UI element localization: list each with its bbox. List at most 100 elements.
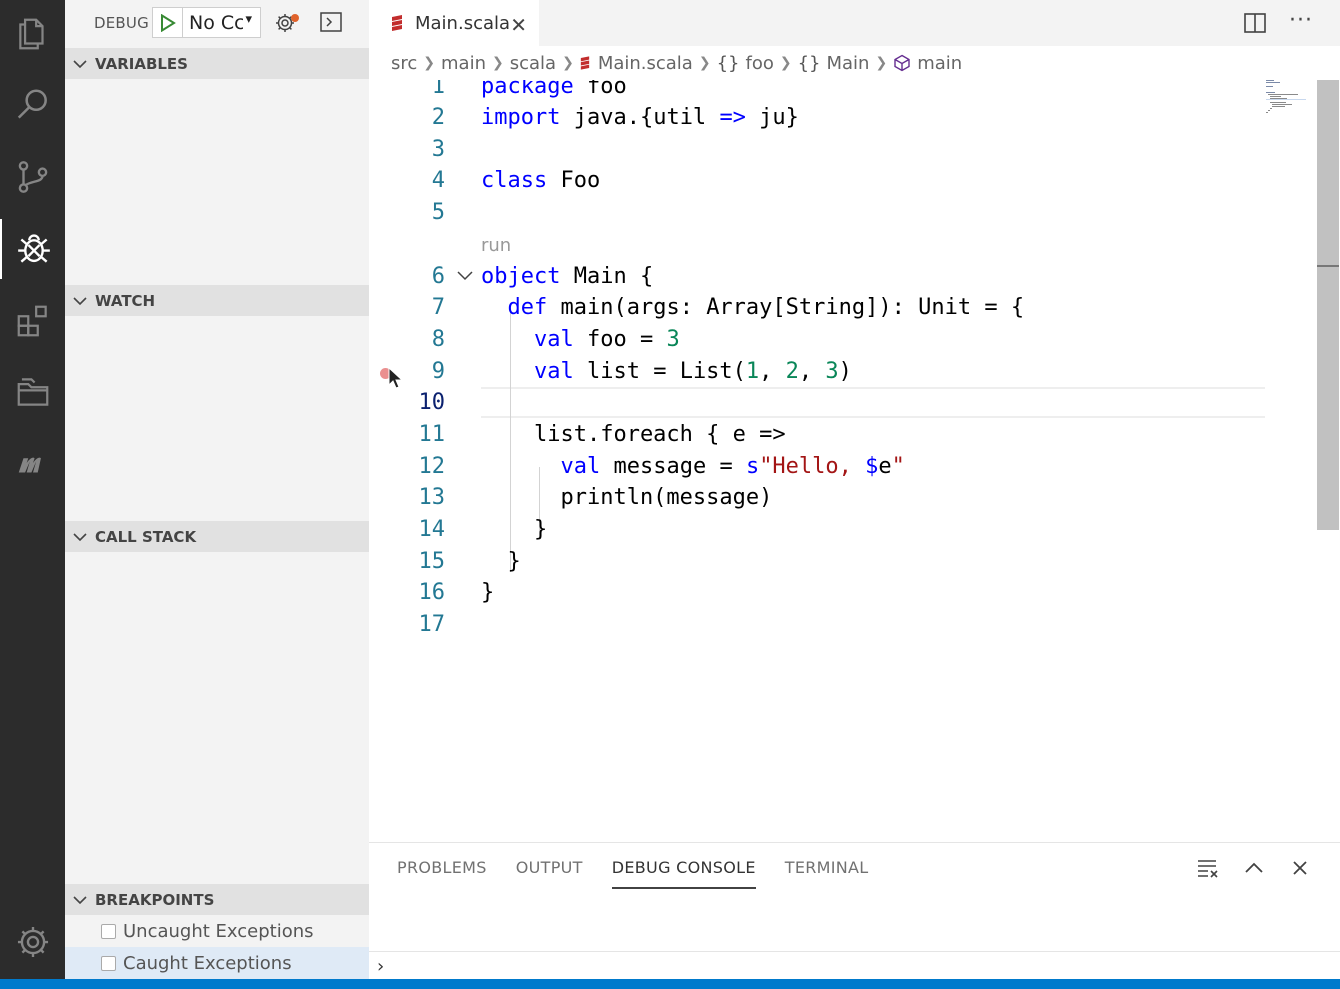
panel-actions — [1174, 856, 1312, 880]
chevron-right-icon: ❯ — [779, 55, 792, 71]
activity-bar — [0, 0, 65, 979]
breadcrumb-item[interactable]: Main.scala — [598, 53, 693, 74]
console-icon — [320, 12, 342, 32]
breadcrumb-item[interactable]: src — [391, 53, 417, 74]
line-number: 10 — [418, 390, 446, 415]
breakpoint-checkbox[interactable] — [101, 955, 116, 971]
line-number: 11 — [418, 422, 446, 447]
call-stack-section-title: CALL STACK — [95, 527, 197, 546]
folders-icon[interactable] — [0, 362, 65, 422]
breadcrumb-item[interactable]: main — [917, 53, 962, 74]
watch-section-header[interactable]: WATCH — [65, 285, 369, 316]
chevron-up-icon — [1245, 862, 1263, 873]
breadcrumb-item[interactable]: foo — [745, 53, 773, 74]
metals-icon[interactable] — [0, 433, 65, 493]
debug-console-input[interactable]: › — [369, 951, 1340, 980]
line-number: 12 — [418, 454, 446, 479]
code-line: import java.{util => ju} — [481, 105, 799, 130]
search-icon[interactable] — [0, 75, 65, 135]
breadcrumb: src ❯ main ❯ scala ❯ Main.scala ❯ {} foo… — [369, 46, 1340, 80]
close-panel-button[interactable] — [1288, 856, 1312, 880]
close-icon — [1293, 861, 1307, 875]
close-icon[interactable]: ✕ — [510, 13, 527, 37]
chevron-right-icon: ❯ — [875, 55, 888, 71]
line-number: 6 — [431, 264, 445, 289]
breakpoint-label: Caught Exceptions — [123, 952, 292, 974]
editor-tab-bar: Main.scala ✕ ··· — [369, 0, 1340, 46]
breakpoint-item[interactable]: Uncaught Exceptions — [65, 915, 369, 947]
breakpoints-section-title: BREAKPOINTS — [95, 890, 215, 909]
launch-config-dropdown[interactable]: No Cc ▾ — [152, 7, 261, 38]
debug-console-button[interactable] — [319, 10, 343, 34]
watch-section-title: WATCH — [95, 291, 156, 310]
editor-scrollbar[interactable] — [1317, 80, 1339, 842]
panel-tabs: PROBLEMS OUTPUT DEBUG CONSOLE TERMINAL — [397, 855, 898, 889]
line-number: 4 — [431, 168, 445, 193]
breakpoint-checkbox[interactable] — [101, 923, 116, 939]
tab-terminal[interactable]: TERMINAL — [785, 855, 869, 889]
settings-gear-icon[interactable] — [0, 912, 65, 972]
code-line: val message = s"Hello, $e" — [560, 454, 905, 479]
more-actions-icon[interactable]: ··· — [1289, 8, 1313, 33]
namespace-icon: {} — [797, 52, 821, 74]
launch-config-value: No Cc — [189, 11, 243, 34]
tab-label: Main.scala — [415, 12, 511, 34]
chevron-right-icon: ❯ — [423, 55, 436, 71]
line-number: 5 — [431, 200, 445, 225]
mouse-cursor-icon — [388, 367, 402, 389]
breakpoints-section-header[interactable]: BREAKPOINTS — [65, 884, 369, 915]
tab-debug-console[interactable]: DEBUG CONSOLE — [611, 855, 756, 889]
method-cube-icon — [894, 54, 910, 72]
line-number: 7 — [431, 295, 445, 320]
code-line: val list = List(1, 2, 3) — [533, 359, 852, 384]
maximize-panel-button[interactable] — [1242, 856, 1266, 880]
breakpoint-item[interactable]: Caught Exceptions — [65, 947, 369, 979]
clear-console-icon — [1198, 860, 1218, 878]
chevron-down-icon — [65, 56, 95, 72]
chevron-down-icon — [65, 293, 95, 309]
open-launch-json-button[interactable] — [273, 9, 301, 37]
clear-console-button[interactable] — [1196, 856, 1220, 880]
breadcrumb-item[interactable]: scala — [510, 53, 556, 74]
breadcrumb-item[interactable]: main — [441, 53, 486, 74]
line-number: 2 — [431, 105, 445, 130]
line-number: 8 — [431, 327, 445, 352]
scrollbar-thumb[interactable] — [1317, 80, 1339, 530]
namespace-icon: {} — [716, 52, 740, 74]
gear-icon — [276, 14, 299, 32]
debug-icon[interactable] — [0, 219, 65, 279]
start-debugging-button[interactable] — [153, 8, 183, 37]
code-line: } — [481, 517, 548, 542]
variables-section-title: VARIABLES — [95, 54, 188, 73]
variables-section-header[interactable]: VARIABLES — [65, 48, 369, 79]
split-editor-button[interactable] — [1243, 12, 1267, 34]
minimap[interactable] — [1264, 80, 1314, 120]
code-editor[interactable]: 1 2 3 4 5 6 7 8 9 10 11 12 13 14 15 16 1… — [369, 80, 1319, 842]
chevron-right-icon: ❯ — [562, 55, 574, 71]
fold-chevron-icon[interactable] — [455, 266, 475, 286]
extensions-icon[interactable] — [0, 291, 65, 351]
tab-problems[interactable]: PROBLEMS — [397, 855, 487, 889]
line-number: 3 — [431, 137, 445, 162]
call-stack-section-header[interactable]: CALL STACK — [65, 521, 369, 552]
editor-tab-main-scala[interactable]: Main.scala ✕ — [369, 0, 539, 46]
breakpoint-label: Uncaught Exceptions — [123, 920, 314, 942]
code-line: } — [481, 580, 495, 605]
codelens-run[interactable]: run — [481, 235, 511, 256]
line-number: 17 — [418, 612, 446, 637]
chevron-down-icon — [65, 892, 95, 908]
breadcrumb-item[interactable]: Main — [827, 53, 870, 74]
tab-output[interactable]: OUTPUT — [516, 855, 583, 889]
debug-sidebar: DEBUG No Cc ▾ VARIABLES WATCH CALL STACK… — [65, 0, 369, 979]
files-icon[interactable] — [0, 4, 65, 64]
dropdown-caret-icon: ▾ — [245, 12, 252, 27]
play-icon — [160, 13, 176, 32]
chevron-right-icon: ❯ — [492, 55, 504, 71]
debug-title: DEBUG — [94, 14, 149, 32]
source-control-icon[interactable] — [0, 147, 65, 207]
scala-file-icon — [580, 56, 589, 70]
status-bar — [0, 979, 1340, 989]
split-editor-icon — [1244, 13, 1266, 33]
scala-file-icon — [392, 15, 402, 31]
code-line: } — [481, 549, 521, 574]
